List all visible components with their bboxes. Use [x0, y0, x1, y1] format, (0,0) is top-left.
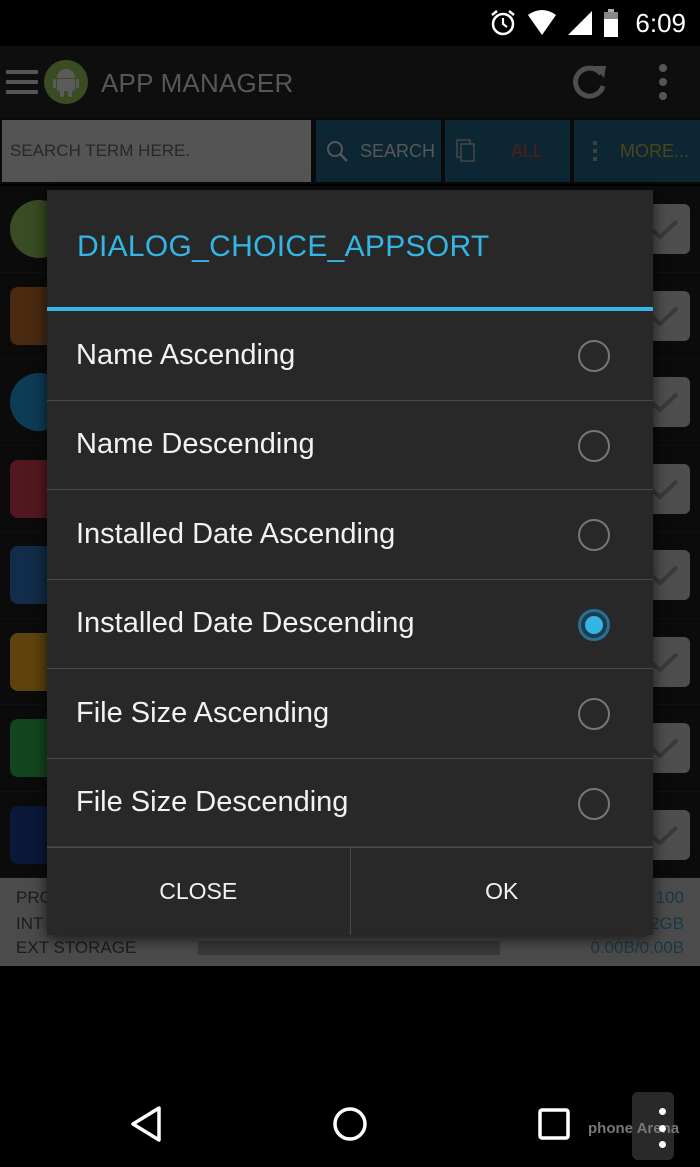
sort-option[interactable]: Name Descending — [47, 401, 653, 490]
sort-option-label: Name Descending — [76, 428, 315, 461]
sort-option[interactable]: Installed Date Descending — [47, 580, 653, 669]
radio-unchecked-icon[interactable] — [578, 698, 610, 730]
sort-option-label: Installed Date Descending — [76, 607, 415, 640]
radio-unchecked-icon[interactable] — [578, 429, 610, 462]
wifi-icon — [528, 10, 557, 35]
dialog-title: DIALOG_CHOICE_APPSORT — [77, 230, 490, 263]
back-icon[interactable] — [126, 1104, 166, 1144]
sort-option-label: Installed Date Ascending — [76, 517, 396, 550]
status-bar: 6:09 — [0, 0, 700, 46]
dialog-buttons: CLOSE OK — [47, 846, 653, 935]
navigation-bar: phone Arena — [0, 1080, 700, 1167]
sort-option[interactable]: Installed Date Ascending — [47, 490, 653, 580]
cell-signal-icon — [568, 11, 593, 35]
status-time: 6:09 — [635, 7, 686, 38]
sort-option-label: File Size Ascending — [76, 696, 330, 729]
sort-option-label: Name Ascending — [76, 338, 296, 371]
sort-option[interactable]: File Size Ascending — [47, 669, 653, 759]
radio-unchecked-icon[interactable] — [578, 519, 610, 551]
home-icon[interactable] — [330, 1104, 370, 1144]
radio-checked-icon[interactable] — [578, 608, 610, 641]
recents-icon[interactable] — [534, 1104, 574, 1144]
sort-option[interactable]: Name Ascending — [47, 311, 653, 401]
sort-option-label: File Size Descending — [76, 786, 349, 819]
alarm-icon — [491, 10, 516, 36]
close-button[interactable]: CLOSE — [47, 847, 350, 935]
radio-unchecked-icon[interactable] — [578, 787, 610, 820]
battery-icon — [604, 9, 619, 37]
sort-option[interactable]: File Size Descending — [47, 759, 653, 848]
sort-dialog: DIALOG_CHOICE_APPSORT Name Ascending Name… — [47, 190, 653, 935]
ok-button[interactable]: OK — [349, 847, 654, 935]
sort-options: Name Ascending Name Descending Installed D… — [47, 311, 653, 848]
radio-unchecked-icon[interactable] — [578, 340, 610, 372]
watermark-dots-icon — [658, 1108, 666, 1148]
